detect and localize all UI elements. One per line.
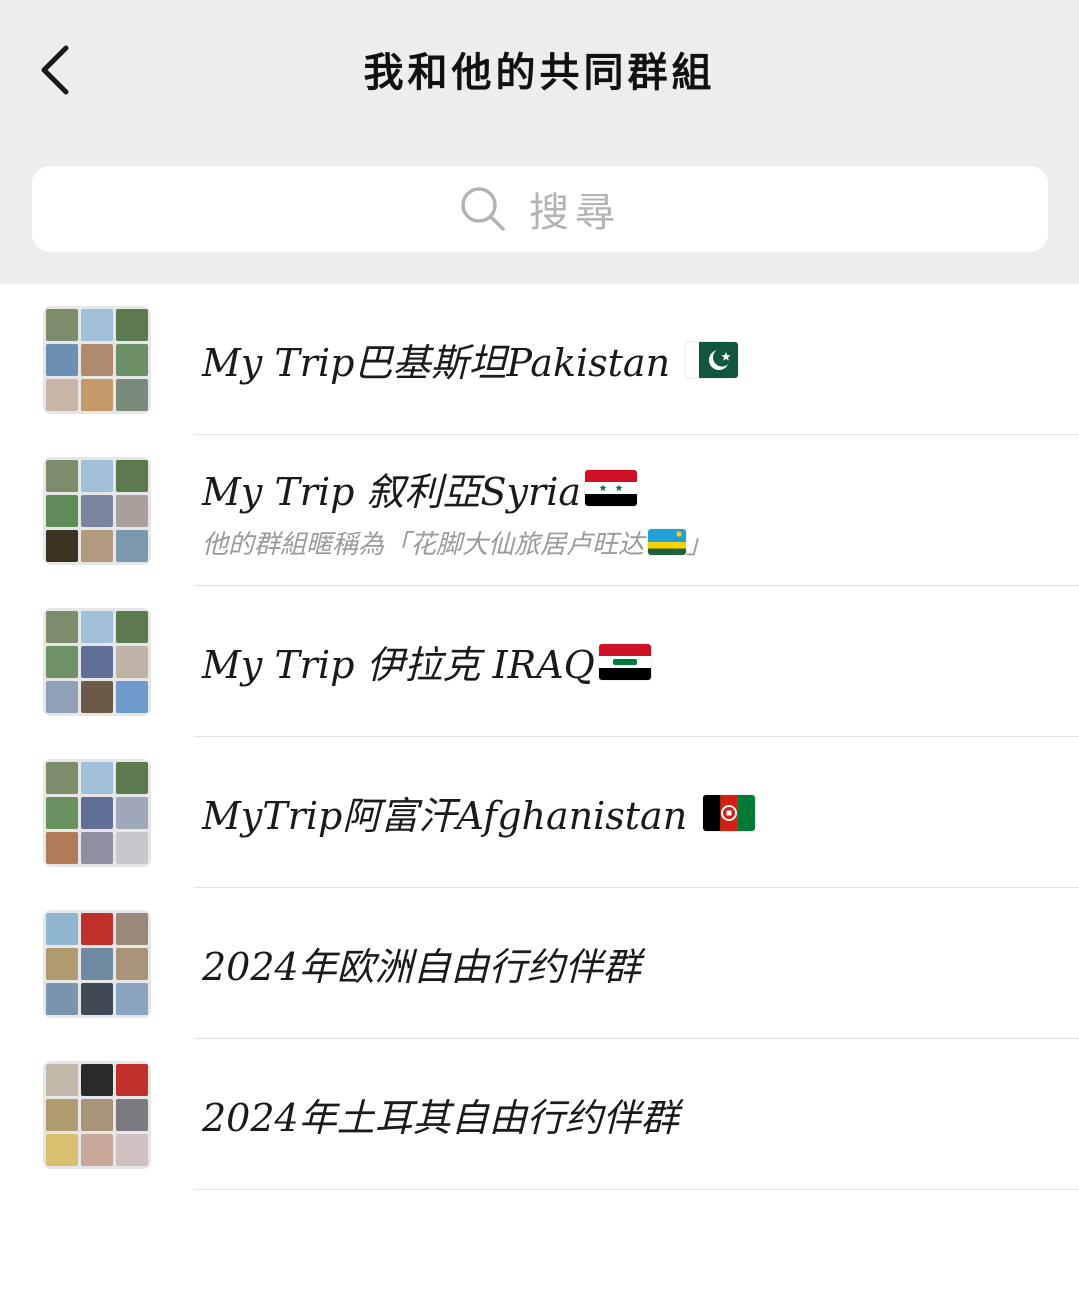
avatar-tile	[46, 344, 78, 376]
page-title: 我和他的共同群組	[363, 49, 716, 96]
avatar-tile	[81, 832, 113, 864]
avatar-tile	[81, 1099, 113, 1131]
avatar-tile	[81, 344, 113, 376]
avatar-tile	[116, 379, 148, 411]
header: 我和他的共同群組 搜尋	[0, 0, 1079, 284]
avatar-tile	[46, 948, 78, 980]
group-avatar	[43, 910, 151, 1018]
avatar-tile	[46, 309, 78, 341]
avatar-tile	[81, 646, 113, 678]
avatar-tile	[116, 832, 148, 864]
avatar-tile	[116, 1099, 148, 1131]
avatar-tile	[116, 611, 148, 643]
avatar-tile	[46, 1134, 78, 1166]
avatar-tile	[46, 832, 78, 864]
group-avatar	[43, 306, 151, 414]
avatar-tile	[116, 495, 148, 527]
search-placeholder: 搜尋	[529, 190, 621, 236]
avatar-tile	[81, 681, 113, 713]
avatar-tile	[116, 530, 148, 562]
avatar-tile	[46, 1099, 78, 1131]
avatar-tile	[116, 1134, 148, 1166]
group-avatar	[43, 608, 151, 716]
avatar-tile	[116, 646, 148, 678]
avatar-tile	[46, 762, 78, 794]
group-row[interactable]: My Trip 叙利亞Syria 他的群組暱稱為「花脚大仙旅居卢旺达 」	[0, 435, 1079, 586]
group-name: My Trip 叙利亞Syria	[202, 469, 581, 514]
search-bar[interactable]: 搜尋	[32, 166, 1048, 252]
avatar-tile	[116, 797, 148, 829]
avatar-tile	[46, 681, 78, 713]
group-avatar	[43, 1061, 151, 1169]
flag-pakistan-icon	[686, 341, 739, 378]
group-avatar	[43, 457, 151, 565]
avatar-tile	[116, 913, 148, 945]
avatar-tile	[81, 948, 113, 980]
avatar-tile	[81, 797, 113, 829]
avatar-tile	[46, 460, 78, 492]
flag-afghanistan-icon	[703, 794, 756, 831]
avatar-tile	[46, 913, 78, 945]
group-name: My Trip巴基斯坦Pakistan	[202, 341, 671, 385]
group-nickname: 他的群組暱稱為「花脚大仙旅居卢旺达	[202, 529, 645, 560]
avatar-tile	[46, 1064, 78, 1096]
avatar-tile	[81, 1064, 113, 1096]
flag-iraq-icon	[598, 643, 651, 680]
avatar-tile	[46, 379, 78, 411]
avatar-tile	[81, 1134, 113, 1166]
group-name: My Trip 伊拉克 IRAQ	[202, 643, 595, 687]
avatar-tile	[116, 681, 148, 713]
group-name: MyTrip阿富汗Afghanistan	[202, 794, 688, 838]
avatar-tile	[46, 530, 78, 562]
avatar-tile	[116, 1064, 148, 1096]
avatar-tile	[116, 762, 148, 794]
avatar-tile	[116, 983, 148, 1015]
avatar-tile	[46, 983, 78, 1015]
group-list: My Trip巴基斯坦Pakistan My Trip 叙利亞Syria 他的群…	[0, 284, 1079, 1190]
group-name: 2024年欧洲自由行约伴群	[202, 945, 641, 989]
avatar-tile	[46, 797, 78, 829]
avatar-tile	[46, 646, 78, 678]
avatar-tile	[81, 983, 113, 1015]
avatar-tile	[81, 460, 113, 492]
avatar-tile	[81, 611, 113, 643]
group-avatar	[43, 759, 151, 867]
divider	[194, 1189, 1079, 1190]
avatar-tile	[46, 611, 78, 643]
flag-rwanda-icon	[648, 529, 687, 555]
group-row[interactable]: MyTrip阿富汗Afghanistan	[0, 737, 1079, 888]
avatar-tile	[116, 309, 148, 341]
avatar-tile	[81, 530, 113, 562]
group-row[interactable]: 2024年土耳其自由行约伴群	[0, 1039, 1079, 1190]
avatar-tile	[81, 309, 113, 341]
avatar-tile	[81, 379, 113, 411]
group-row[interactable]: My Trip 伊拉克 IRAQ	[0, 586, 1079, 737]
group-nickname-end: 」	[686, 529, 713, 560]
group-row[interactable]: My Trip巴基斯坦Pakistan	[0, 284, 1079, 435]
group-row[interactable]: 2024年欧洲自由行约伴群	[0, 888, 1079, 1039]
avatar-tile	[116, 460, 148, 492]
avatar-tile	[116, 344, 148, 376]
flag-syria-icon	[585, 470, 637, 506]
avatar-tile	[81, 762, 113, 794]
search-icon	[461, 187, 505, 231]
avatar-tile	[46, 495, 78, 527]
group-name: 2024年土耳其自由行约伴群	[202, 1096, 679, 1140]
avatar-tile	[81, 913, 113, 945]
avatar-tile	[81, 495, 113, 527]
avatar-tile	[116, 948, 148, 980]
